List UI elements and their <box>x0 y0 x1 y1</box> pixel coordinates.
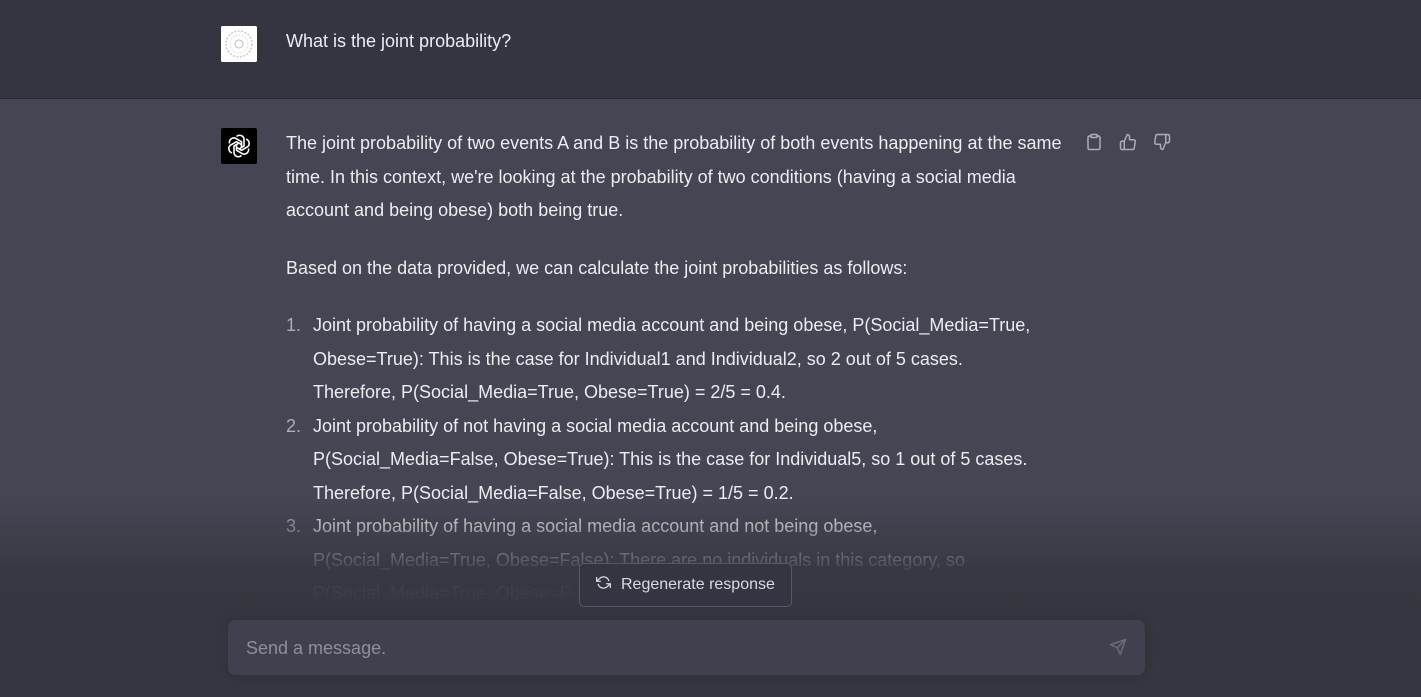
clipboard-icon[interactable] <box>1084 132 1104 152</box>
list-item-line: Joint probability of not having a social… <box>313 415 878 436</box>
list-item-number: 1. <box>286 315 302 335</box>
list-item: 2. Joint probability of not having a soc… <box>286 410 1076 511</box>
answer-paragraph: Based on the data provided, we can calcu… <box>286 257 908 278</box>
assistant-message-text: The joint probability of two events A an… <box>286 127 1076 611</box>
list-item-line: P(Social_Media=False, Obese=True): This … <box>313 449 1028 469</box>
answer-paragraph: The joint probability of two events A an… <box>286 133 1062 220</box>
user-message-text: What is the joint probability? <box>286 31 512 51</box>
thumbs-down-icon[interactable] <box>1152 132 1172 152</box>
user-avatar <box>221 26 257 62</box>
send-button[interactable] <box>1108 638 1128 661</box>
list-item-line: Joint probability of having a social med… <box>313 516 878 536</box>
send-icon <box>1109 638 1127 661</box>
message-actions <box>1084 132 1172 152</box>
list-item-line: Joint probability of having a social med… <box>313 315 1031 335</box>
list-item-line: Therefore, P(Social_Media=False, Obese=T… <box>313 482 794 503</box>
list-item-line: Therefore, P(Social_Media=True, Obese=Tr… <box>313 382 786 402</box>
list-item-line: Obese=True): This is the case for Indivi… <box>313 348 963 369</box>
user-avatar-image <box>221 26 257 62</box>
list-item: 1. Joint probability of having a social … <box>286 309 1076 410</box>
assistant-message-row: The joint probability of two events A an… <box>0 99 1421 697</box>
list-item-number: 2. <box>286 415 302 436</box>
message-composer <box>227 619 1146 676</box>
list-item-line: P(Social_Media=True, Obese=F <box>313 583 571 603</box>
regenerate-response-label: Regenerate response <box>621 576 775 593</box>
user-message-row: What is the joint probability? <box>0 0 1421 99</box>
list-item-number: 3. <box>286 516 302 536</box>
regenerate-response-button[interactable]: Regenerate response <box>579 563 792 607</box>
refresh-icon <box>596 575 611 595</box>
message-input[interactable] <box>246 634 1086 662</box>
thumbs-up-icon[interactable] <box>1118 132 1138 152</box>
chatgpt-logo-icon <box>221 128 257 164</box>
